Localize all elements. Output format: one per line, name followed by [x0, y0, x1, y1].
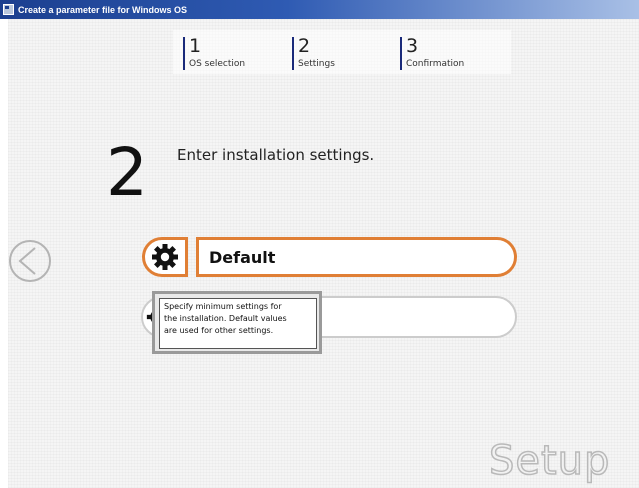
window-titlebar: Create a parameter file for Windows OS	[0, 0, 639, 19]
default-option-label: Default	[209, 247, 276, 267]
back-arrow-icon	[18, 247, 36, 275]
back-button[interactable]	[9, 240, 51, 282]
tooltip-text: Specify minimum settings for the install…	[159, 298, 317, 349]
window-title: Create a parameter file for Windows OS	[18, 4, 187, 15]
step-number: 2	[298, 35, 311, 57]
setup-brand-watermark: Setup	[488, 438, 611, 484]
step-number: 3	[406, 35, 419, 57]
step-label: Confirmation	[406, 59, 465, 69]
step-confirmation: 3 Confirmation	[400, 37, 464, 70]
current-step-number: 2	[106, 134, 148, 211]
step-label: OS selection	[189, 59, 246, 69]
tooltip-line: the installation. Default values	[164, 314, 287, 323]
default-option-button[interactable]: Default	[196, 237, 517, 277]
tooltip-line: Specify minimum settings for	[164, 302, 282, 311]
left-margin	[0, 19, 8, 488]
step-settings: 2 Settings	[292, 37, 335, 70]
app-icon	[3, 4, 14, 15]
step-label: Settings	[298, 59, 335, 69]
default-option-tooltip: Specify minimum settings for the install…	[152, 291, 322, 354]
step-number: 1	[189, 35, 202, 57]
page-heading: Enter installation settings.	[177, 146, 375, 164]
tooltip-line: are used for other settings.	[164, 326, 274, 335]
step-os-selection: 1 OS selection	[183, 37, 245, 70]
step-indicator: 1 OS selection 2 Settings 3 Confirmation	[173, 30, 511, 74]
gear-icon	[152, 244, 178, 270]
default-option-gear[interactable]	[142, 237, 188, 277]
